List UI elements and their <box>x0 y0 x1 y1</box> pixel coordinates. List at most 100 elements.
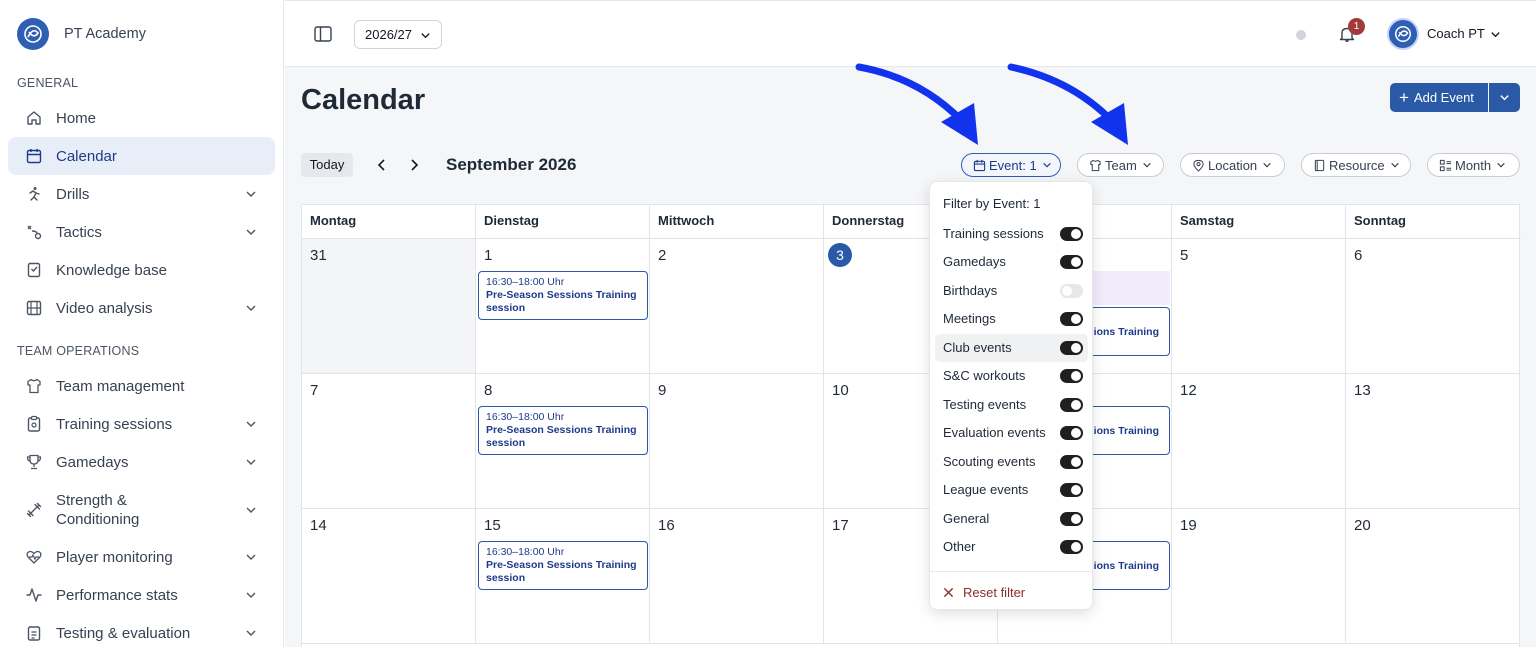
filter-option-testing-events[interactable]: Testing events <box>935 391 1088 419</box>
day-number: 9 <box>658 382 667 399</box>
sidebar-item-player-monitoring[interactable]: Player monitoring <box>8 538 275 576</box>
chevron-down-icon <box>1263 162 1271 168</box>
notification-badge: 1 <box>1348 18 1365 35</box>
toggle-switch[interactable] <box>1060 483 1083 497</box>
sidebar-item-performance-stats[interactable]: Performance stats <box>8 576 275 614</box>
team-filter-button[interactable]: Team <box>1077 153 1164 177</box>
main-content: Calendar + Add Event Today September 202… <box>285 67 1536 647</box>
sidebar-item-label: Player monitoring <box>56 548 173 566</box>
day-number: 1 <box>484 247 493 264</box>
weekday-label: Samstag <box>1172 205 1346 239</box>
sidebar-item-knowledge-base[interactable]: Knowledge base <box>8 251 275 289</box>
brand[interactable]: PT Academy <box>17 18 146 50</box>
day-cell[interactable]: 14 <box>302 509 476 644</box>
day-number: 7 <box>310 382 319 399</box>
toggle-switch[interactable] <box>1060 227 1083 241</box>
chevron-left-icon[interactable] <box>376 158 388 172</box>
filter-option-scouting-events[interactable]: Scouting events <box>935 448 1088 476</box>
event-card[interactable]: 16:30–18:00 Uhr Pre-Season Sessions Trai… <box>478 406 648 455</box>
sidebar-item-home[interactable]: Home <box>8 99 275 137</box>
day-number: 10 <box>832 382 849 399</box>
day-number: 5 <box>1180 247 1189 264</box>
day-cell[interactable]: 13 <box>1346 374 1520 509</box>
event-card[interactable]: 16:30–18:00 Uhr Pre-Season Sessions Trai… <box>478 541 648 590</box>
divider <box>930 571 1092 572</box>
chevron-right-icon[interactable] <box>408 158 420 172</box>
day-cell[interactable]: 12 <box>1172 374 1346 509</box>
resource-filter-button[interactable]: Resource <box>1301 153 1411 177</box>
event-filter-button[interactable]: Event: 1 <box>961 153 1061 177</box>
filter-option-gamedays[interactable]: Gamedays <box>935 248 1088 276</box>
event-filter-dropdown: Filter by Event: 1 Training sessions Gam… <box>929 181 1093 610</box>
day-cell[interactable]: 6 <box>1346 239 1520 374</box>
day-cell[interactable]: 9 <box>650 374 824 509</box>
chevron-down-icon <box>1500 95 1509 101</box>
filter-option-label: Scouting events <box>943 454 1036 469</box>
day-cell[interactable]: 31 <box>302 239 476 374</box>
toggle-switch[interactable] <box>1060 369 1083 383</box>
filter-option-sc-workouts[interactable]: S&C workouts <box>935 362 1088 390</box>
toggle-switch[interactable] <box>1060 455 1083 469</box>
avatar[interactable] <box>1387 18 1419 50</box>
chevron-down-icon <box>246 507 256 513</box>
toggle-switch[interactable] <box>1060 426 1083 440</box>
chevron-down-icon <box>246 592 256 598</box>
filter-option-league-events[interactable]: League events <box>935 476 1088 504</box>
toggle-switch[interactable] <box>1060 341 1083 355</box>
location-filter-button[interactable]: Location <box>1180 153 1285 177</box>
add-event-menu-button[interactable] <box>1489 83 1520 112</box>
sidebar-item-training-sessions[interactable]: Training sessions <box>8 405 275 443</box>
sidebar-toggle-icon[interactable] <box>314 26 332 42</box>
day-number: 13 <box>1354 382 1371 399</box>
chevron-down-icon <box>246 421 256 427</box>
book-icon <box>1314 159 1325 171</box>
today-button[interactable]: Today <box>301 153 353 177</box>
chevron-down-icon[interactable] <box>1490 29 1501 40</box>
filter-option-club-events[interactable]: Club events <box>935 334 1088 362</box>
sidebar-item-video-analysis[interactable]: Video analysis <box>8 289 275 327</box>
sidebar-item-team-management[interactable]: Team management <box>8 367 275 405</box>
trophy-icon <box>26 454 42 470</box>
day-cell[interactable]: 20 <box>1346 509 1520 644</box>
day-cell[interactable]: 5 <box>1172 239 1346 374</box>
day-cell[interactable]: 16 <box>650 509 824 644</box>
view-select-button[interactable]: Month <box>1427 153 1520 177</box>
sidebar-item-gamedays[interactable]: Gamedays <box>8 443 275 481</box>
sidebar-item-strength-conditioning[interactable]: Strength & Conditioning <box>8 483 275 537</box>
day-cell[interactable]: 15 16:30–18:00 Uhr Pre-Season Sessions T… <box>476 509 650 644</box>
event-time: 16:30–18:00 Uhr <box>486 546 565 558</box>
filter-option-general[interactable]: General <box>935 505 1088 533</box>
toggle-switch[interactable] <box>1060 312 1083 326</box>
book-icon <box>27 262 41 278</box>
toggle-switch[interactable] <box>1060 540 1083 554</box>
day-cell[interactable]: 7 <box>302 374 476 509</box>
team-filter-label: Team <box>1105 157 1137 173</box>
toggle-switch[interactable] <box>1060 255 1083 269</box>
reset-filter-button[interactable]: Reset filter <box>943 585 1025 600</box>
event-filter-label: Event: 1 <box>989 157 1037 173</box>
sidebar-item-calendar[interactable]: Calendar <box>8 137 275 175</box>
add-event-button[interactable]: + Add Event <box>1390 83 1488 112</box>
day-cell[interactable]: 1 16:30–18:00 Uhr Pre-Season Sessions Tr… <box>476 239 650 374</box>
day-cell[interactable]: 19 <box>1172 509 1346 644</box>
filter-option-meetings[interactable]: Meetings <box>935 305 1088 333</box>
user-name[interactable]: Coach PT <box>1427 26 1485 41</box>
filter-option-training-sessions[interactable]: Training sessions <box>935 220 1088 248</box>
season-select[interactable]: 2026/27 <box>354 20 442 49</box>
day-cell[interactable]: 8 16:30–18:00 Uhr Pre-Season Sessions Tr… <box>476 374 650 509</box>
filter-option-evaluation-events[interactable]: Evaluation events <box>935 419 1088 447</box>
event-card[interactable]: 16:30–18:00 Uhr Pre-Season Sessions Trai… <box>478 271 648 320</box>
sidebar-item-testing-evaluation[interactable]: Testing & evaluation <box>8 614 275 647</box>
sidebar-item-tactics[interactable]: Tactics <box>8 213 275 251</box>
reset-filter-label: Reset filter <box>963 585 1026 600</box>
toggle-switch[interactable] <box>1060 284 1083 298</box>
toggle-switch[interactable] <box>1060 512 1083 526</box>
filter-option-birthdays[interactable]: Birthdays <box>935 277 1088 305</box>
sidebar-item-label: Home <box>56 109 97 127</box>
weekday-label: Montag <box>302 205 476 239</box>
toggle-switch[interactable] <box>1060 398 1083 412</box>
calendar-filter-icon <box>973 159 986 171</box>
sidebar-item-drills[interactable]: Drills <box>8 175 275 213</box>
filter-option-other[interactable]: Other <box>935 533 1088 561</box>
day-cell[interactable]: 2 <box>650 239 824 374</box>
